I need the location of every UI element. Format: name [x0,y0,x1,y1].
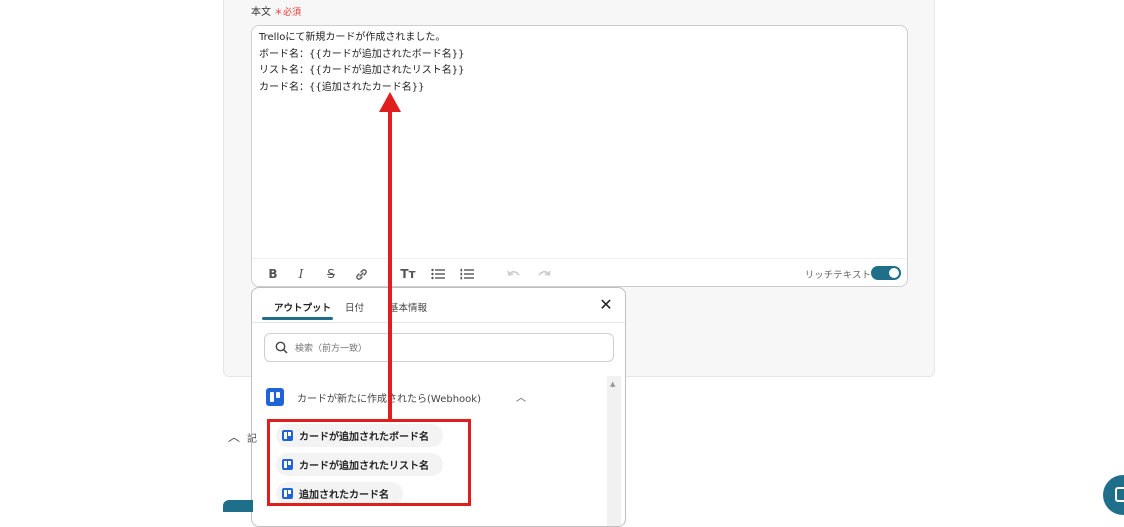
rich-text-toggle[interactable] [871,266,901,280]
heading-button[interactable]: Tт [399,265,417,283]
close-icon[interactable]: ✕ [597,295,615,314]
chevron-up-icon[interactable]: ︿ [228,428,240,445]
trello-icon [266,388,284,406]
editor-toolbar: B I S Tт リッチテキスト [252,258,907,289]
collapsed-section-label: 記 [247,434,257,445]
bullet-list-button[interactable] [429,265,447,283]
ordered-list-button[interactable] [458,265,476,283]
rich-text-label: リッチテキスト [804,270,871,281]
annotation-highlight-box [267,419,471,506]
link-button[interactable] [352,265,370,283]
bold-button[interactable]: B [264,265,282,283]
link-icon [355,268,367,280]
editor-content[interactable]: Trelloにて新規カードが作成されました。 ボード名：{{カードが追加されたボ… [259,30,464,96]
search-input[interactable] [293,339,597,358]
trello-section-header[interactable]: カードが新たに作成されたら(Webhook) ︿ [266,388,526,408]
chat-button[interactable] [1103,475,1124,515]
scroll-up-icon[interactable]: ▲ [610,380,615,388]
picker-tabs: アウトプット 日付 基本情報 ✕ [252,288,625,323]
body-editor[interactable]: Trelloにて新規カードが作成されました。 ボード名：{{カードが追加されたボ… [251,25,908,287]
strikethrough-button[interactable]: S [322,265,340,283]
undo-icon [507,270,520,276]
toggle-knob [889,268,899,278]
active-tab-indicator [262,317,333,320]
bullet-list-icon [431,268,445,280]
redo-button[interactable] [535,265,553,283]
annotation-arrow-head [379,92,401,112]
search-icon [275,341,288,354]
undo-button[interactable] [505,265,523,283]
chevron-up-icon[interactable]: ︿ [516,389,526,404]
redo-icon [538,270,551,276]
ordered-list-icon [460,268,474,280]
search-field[interactable] [264,333,614,362]
italic-button[interactable]: I [292,265,310,283]
bottom-action-button[interactable] [223,500,253,512]
chat-icon [1115,487,1124,502]
tab-basic-info[interactable]: 基本情報 [389,300,427,314]
tab-date[interactable]: 日付 [345,300,364,314]
body-label-text: 本文 [251,7,271,18]
scrollbar[interactable]: ▲ [607,376,621,526]
required-marker: ＊必須 [274,8,302,18]
body-field-label: 本文 ＊必須 [251,3,301,18]
annotation-arrow-shaft [388,108,392,420]
tab-output[interactable]: アウトプット [274,300,331,314]
